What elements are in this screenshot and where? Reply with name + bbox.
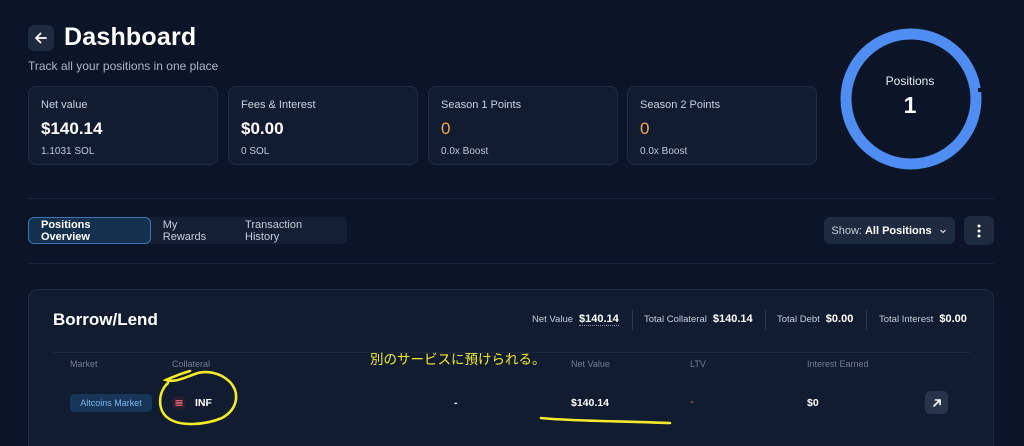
summary-total-interest: Total Interest $0.00 bbox=[879, 313, 967, 325]
stat-label: Fees & Interest bbox=[241, 99, 316, 111]
stat-sub: 0.0x Boost bbox=[640, 146, 688, 157]
stat-label: Season 2 Points bbox=[640, 99, 721, 111]
debt-cell: - bbox=[454, 397, 458, 409]
summary-net-value: Net Value $140.14 bbox=[532, 313, 619, 326]
panel-title: Borrow/Lend bbox=[53, 310, 158, 329]
show-filter-prefix: Show: bbox=[831, 224, 862, 237]
summary-label: Total Interest bbox=[879, 313, 934, 325]
more-options-button[interactable] bbox=[964, 216, 994, 245]
net-value-cell: $140.14 bbox=[571, 397, 609, 409]
summary-separator bbox=[866, 310, 867, 330]
stat-card-season-1-points: Season 1 Points 0 0.0x Boost bbox=[428, 86, 618, 165]
stat-card-net-value: Net value $140.14 1.1031 SOL bbox=[28, 86, 218, 165]
show-filter-dropdown[interactable]: Show: All Positions bbox=[824, 217, 955, 244]
arrow-left-icon bbox=[35, 32, 47, 44]
summary-label: Total Collateral bbox=[644, 313, 707, 325]
summary-separator bbox=[765, 310, 766, 330]
annotation-text: 別のサービスに預けられる。 bbox=[370, 352, 546, 367]
arrow-up-right-icon bbox=[932, 398, 941, 407]
stat-value: $0.00 bbox=[241, 119, 284, 138]
summary-value: $0.00 bbox=[939, 313, 967, 325]
stat-value: 0 bbox=[441, 119, 451, 138]
collateral-token: INF bbox=[195, 397, 212, 409]
column-header-interest-earned: Interest Earned bbox=[807, 359, 869, 369]
stat-sub: 1.1031 SOL bbox=[41, 146, 95, 157]
page-title: Dashboard bbox=[64, 23, 197, 51]
stat-sub: 0.0x Boost bbox=[441, 146, 489, 157]
stat-card-fees-interest: Fees & Interest $0.00 0 SOL bbox=[228, 86, 418, 165]
summary-total-collateral: Total Collateral $140.14 bbox=[644, 313, 753, 325]
summary-value: $140.14 bbox=[579, 313, 619, 326]
back-button[interactable] bbox=[28, 25, 54, 51]
column-header-ltv: LTV bbox=[690, 359, 706, 369]
page-subtitle: Track all your positions in one place bbox=[28, 59, 219, 73]
tab-my-rewards[interactable]: My Rewards bbox=[151, 217, 233, 244]
interest-earned-cell: $0 bbox=[807, 397, 819, 409]
tab-positions-overview[interactable]: Positions Overview bbox=[28, 217, 151, 244]
inf-token-icon bbox=[172, 396, 186, 410]
column-header-net-value: Net Value bbox=[571, 359, 610, 369]
chevron-down-icon bbox=[939, 229, 946, 233]
show-filter-value: All Positions bbox=[864, 224, 932, 237]
tab-bar: Positions Overview My Rewards Transactio… bbox=[28, 217, 347, 244]
stat-label: Net value bbox=[41, 99, 88, 111]
open-position-button[interactable] bbox=[925, 391, 948, 414]
more-vertical-icon bbox=[977, 224, 981, 237]
column-header-collateral: Collateral bbox=[172, 359, 211, 369]
summary-value: $0.00 bbox=[825, 313, 854, 325]
stat-value: $140.14 bbox=[41, 119, 103, 138]
divider bbox=[28, 263, 994, 264]
stat-value: 0 bbox=[640, 119, 650, 138]
tab-transaction-history[interactable]: Transaction History bbox=[233, 217, 347, 244]
summary-total-debt: Total Debt $0.00 bbox=[777, 313, 853, 325]
stat-card-season-2-points: Season 2 Points 0 0.0x Boost bbox=[627, 86, 817, 165]
stat-sub: 0 SOL bbox=[241, 146, 270, 157]
positions-label: Positions bbox=[885, 74, 935, 88]
divider bbox=[28, 198, 994, 199]
positions-count: 1 bbox=[903, 92, 917, 118]
market-badge[interactable]: Altcoins Market bbox=[70, 394, 152, 412]
ltv-cell: - bbox=[690, 394, 694, 408]
column-header-market: Market bbox=[70, 359, 98, 369]
summary-value: $140.14 bbox=[712, 313, 753, 325]
summary-label: Total Debt bbox=[777, 313, 820, 325]
summary-separator bbox=[632, 310, 633, 330]
stat-label: Season 1 Points bbox=[441, 99, 522, 111]
summary-label: Net Value bbox=[532, 314, 574, 325]
